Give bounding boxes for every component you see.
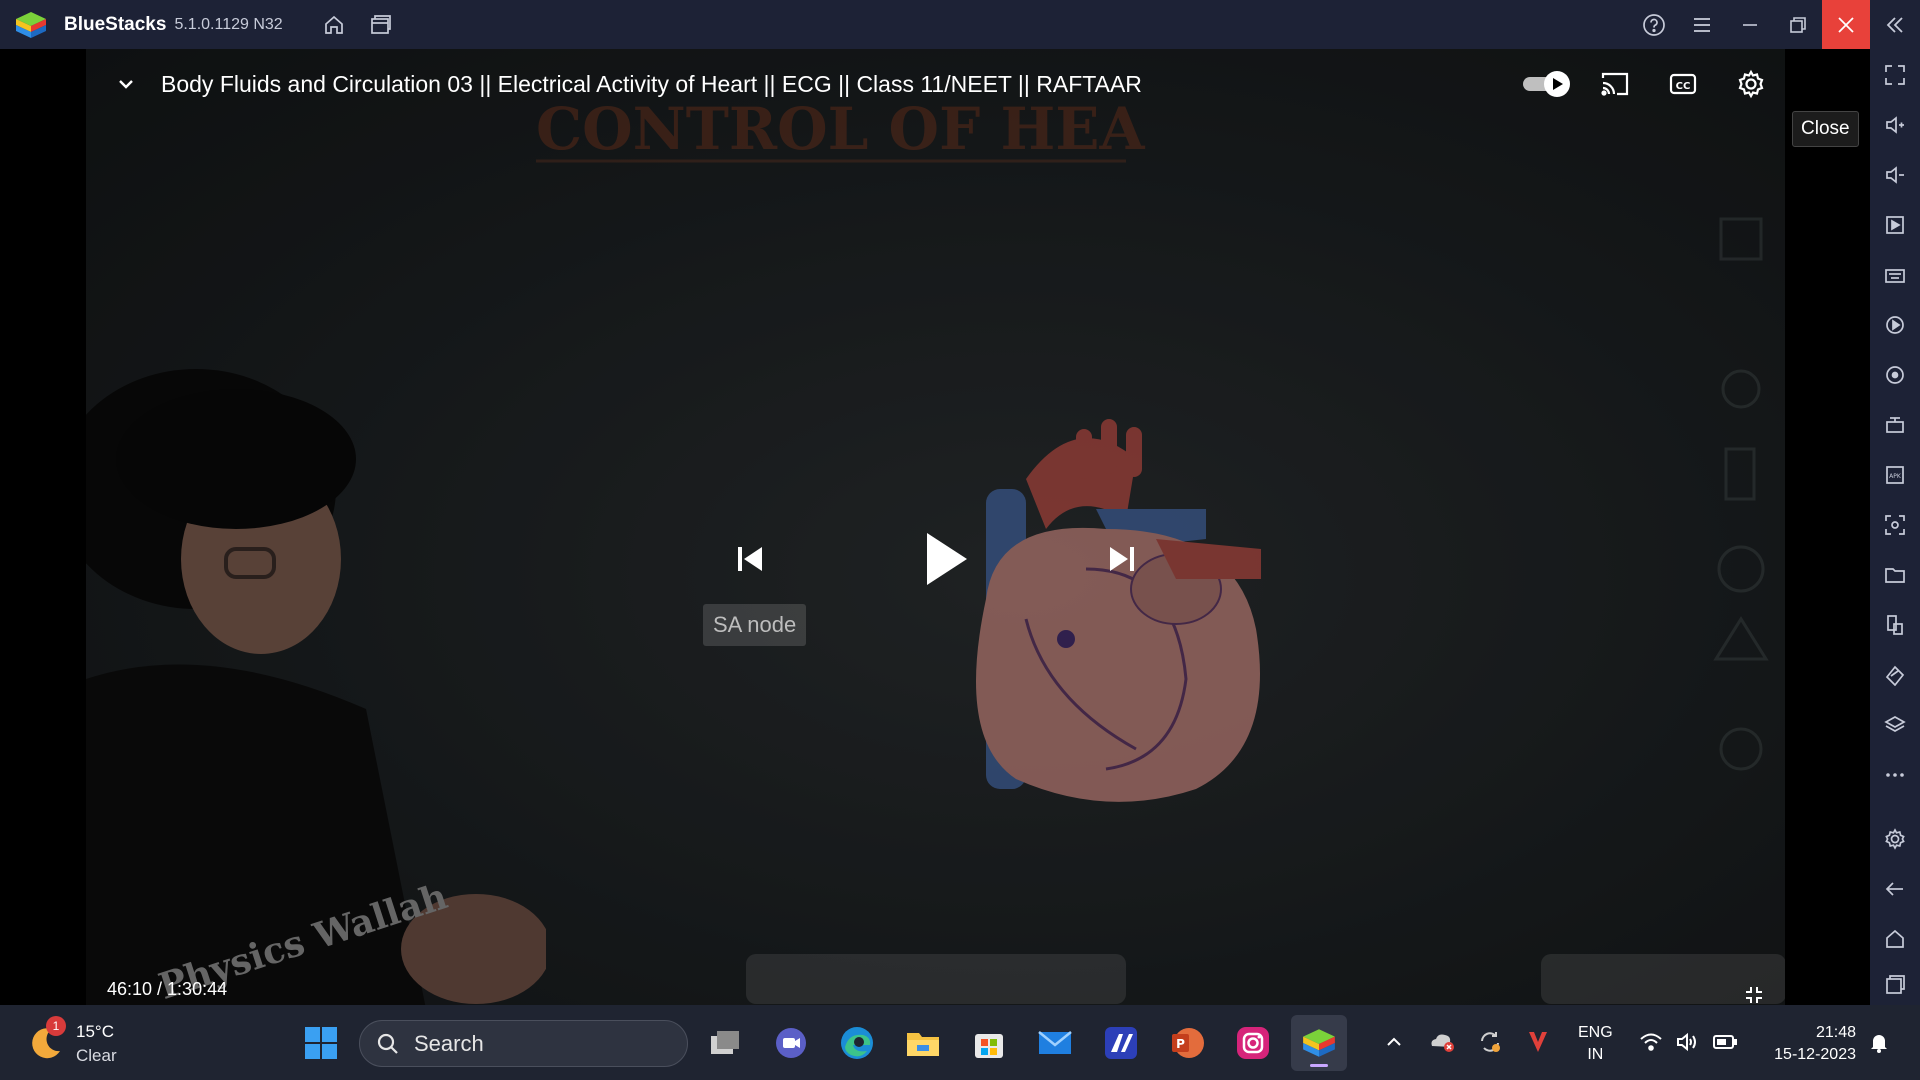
- weather-temperature: 15°C: [76, 1022, 114, 1041]
- sa-node-label: SA node: [703, 604, 807, 646]
- weather-badge: 1: [46, 1016, 66, 1036]
- bluestacks-titlebar: BlueStacks 5.1.0.1129 N32: [0, 0, 1920, 49]
- task-view-icon[interactable]: [697, 1015, 753, 1071]
- folder-icon[interactable]: [1870, 555, 1920, 595]
- android-home-icon[interactable]: [1870, 919, 1920, 959]
- bluestacks-sidebar: APK: [1870, 49, 1920, 1005]
- home-icon[interactable]: [311, 0, 357, 49]
- volume-down-icon[interactable]: [1870, 155, 1920, 195]
- bluestacks-taskbar-icon[interactable]: [1291, 1015, 1347, 1071]
- time-display: 46:10 / 1:30:44: [107, 979, 228, 999]
- sync-icon[interactable]: [1473, 1025, 1507, 1059]
- captions-button[interactable]: CC: [1649, 55, 1717, 113]
- minimize-icon[interactable]: [1726, 0, 1774, 49]
- taskbar-clock[interactable]: 21:48 15-12-2023: [1760, 1022, 1856, 1066]
- help-icon[interactable]: [1630, 0, 1678, 49]
- next-video-button[interactable]: [1092, 529, 1152, 589]
- apk-install-icon[interactable]: APK: [1870, 455, 1920, 495]
- onedrive-error-icon[interactable]: [1425, 1025, 1459, 1059]
- battery-icon[interactable]: [1708, 1025, 1742, 1059]
- skip-next-icon: [1110, 547, 1134, 571]
- video-title: Body Fluids and Circulation 03 || Electr…: [161, 70, 1142, 97]
- powerpoint-icon[interactable]: P: [1159, 1015, 1215, 1071]
- speaker-icon[interactable]: [1670, 1025, 1704, 1059]
- svg-text:P: P: [1176, 1037, 1185, 1051]
- language-indicator[interactable]: ENG IN: [1578, 1022, 1613, 1066]
- instagram-icon[interactable]: [1225, 1015, 1281, 1071]
- svg-text:APK: APK: [1889, 473, 1902, 480]
- file-explorer-icon[interactable]: [895, 1015, 951, 1071]
- notification-bell-icon[interactable]: [1862, 1025, 1896, 1059]
- captions-icon: CC: [1669, 73, 1697, 95]
- screenshot-icon[interactable]: [1870, 505, 1920, 545]
- chevron-up-icon[interactable]: [1377, 1025, 1411, 1059]
- weather-condition: Clear: [76, 1046, 117, 1065]
- rotate-icon[interactable]: [1870, 355, 1920, 395]
- edge-browser-icon[interactable]: [829, 1015, 885, 1071]
- gear-icon: [1738, 69, 1764, 99]
- cast-button[interactable]: [1581, 55, 1649, 113]
- settings-button[interactable]: [1717, 55, 1785, 113]
- antivirus-icon[interactable]: [1521, 1025, 1555, 1059]
- search-label: Search: [414, 1030, 484, 1056]
- search-icon: [377, 1033, 398, 1054]
- close-window-icon[interactable]: [1822, 0, 1870, 49]
- start-button[interactable]: [293, 1015, 349, 1071]
- menu-icon[interactable]: [1678, 0, 1726, 49]
- multi-instance-icon[interactable]: [357, 0, 403, 49]
- video-player[interactable]: CONTROL OF HEART BEAT Physics Wallah: [0, 49, 1870, 1005]
- wifi-icon[interactable]: [1634, 1025, 1668, 1059]
- exit-fullscreen-button[interactable]: [1738, 979, 1770, 1005]
- autoplay-icon: [1523, 71, 1570, 97]
- eco-mode-icon[interactable]: [1870, 655, 1920, 695]
- windows-taskbar: 1 15°C Clear Search P ENG IN 21:48 15-12…: [0, 1005, 1920, 1080]
- autoplay-toggle[interactable]: [1513, 55, 1581, 113]
- previous-video-button[interactable]: [720, 529, 780, 589]
- settings-icon[interactable]: [1870, 819, 1920, 859]
- video-title-row: Body Fluids and Circulation 03 || Electr…: [86, 49, 1785, 119]
- mail-icon[interactable]: [1027, 1015, 1083, 1071]
- back-icon[interactable]: [1870, 869, 1920, 909]
- chevron-down-icon: [119, 80, 133, 89]
- m365-app-icon[interactable]: [1093, 1015, 1149, 1071]
- clock-date: 15-12-2023: [1774, 1046, 1856, 1063]
- taskbar-search[interactable]: Search: [359, 1020, 688, 1067]
- macro-recorder-icon[interactable]: [1870, 305, 1920, 345]
- fullscreen-icon[interactable]: [1870, 55, 1920, 95]
- collapse-sidebar-icon[interactable]: [1870, 0, 1920, 49]
- bluestacks-logo-icon: [14, 10, 48, 40]
- app-version: 5.1.0.1129 N32: [174, 15, 283, 33]
- windows-logo-icon: [305, 1027, 337, 1059]
- skip-previous-icon: [738, 547, 762, 571]
- restore-icon[interactable]: [1774, 0, 1822, 49]
- media-manager-icon[interactable]: [1870, 205, 1920, 245]
- layers-icon[interactable]: [1870, 705, 1920, 745]
- game-controls-icon[interactable]: [1870, 405, 1920, 445]
- board-toolbar: [746, 954, 1126, 1004]
- microsoft-store-icon[interactable]: [961, 1015, 1017, 1071]
- volume-up-icon[interactable]: [1870, 105, 1920, 145]
- language-code: ENG: [1578, 1024, 1613, 1041]
- clock-time: 21:48: [1815, 1024, 1856, 1041]
- region-code: IN: [1587, 1046, 1604, 1063]
- svg-text:CC: CC: [1676, 81, 1691, 92]
- play-button[interactable]: [905, 519, 985, 599]
- minimize-player-button[interactable]: [99, 57, 153, 111]
- app-name: BlueStacks: [64, 13, 167, 35]
- multi-window-icon[interactable]: [1870, 605, 1920, 645]
- more-options-icon[interactable]: [1870, 755, 1920, 795]
- exit-fullscreen-icon: [1746, 987, 1762, 1003]
- active-app-indicator: [1310, 1064, 1328, 1067]
- play-icon: [927, 533, 967, 585]
- weather-widget[interactable]: 1 15°C Clear: [26, 1015, 136, 1070]
- close-tooltip: Close: [1792, 111, 1859, 147]
- recent-apps-icon[interactable]: [1870, 964, 1920, 1004]
- keyboard-icon[interactable]: [1870, 255, 1920, 295]
- cast-icon: [1601, 72, 1629, 96]
- teams-chat-icon[interactable]: [763, 1015, 819, 1071]
